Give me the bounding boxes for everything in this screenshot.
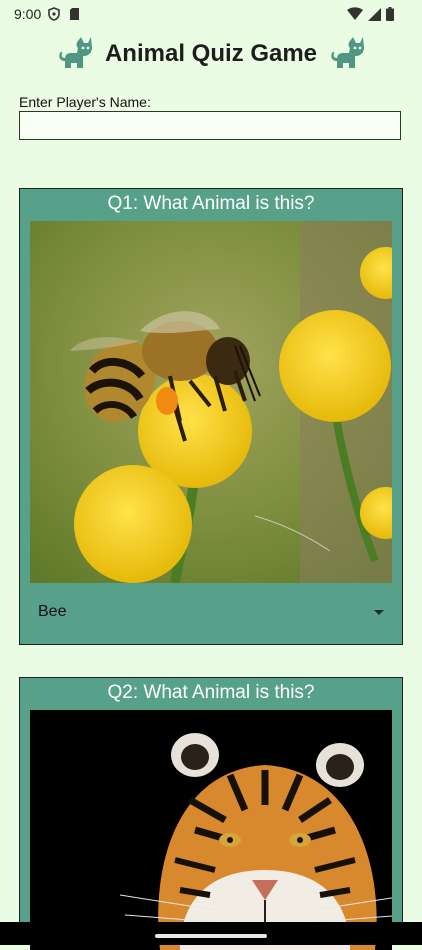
cat-icon bbox=[329, 35, 365, 74]
tiger-image bbox=[30, 710, 392, 950]
app-header: Animal Quiz Game bbox=[0, 32, 422, 76]
question-title: Q1: What Animal is this? bbox=[107, 193, 315, 214]
battery-icon bbox=[386, 7, 394, 26]
selected-answer: Bee bbox=[38, 603, 67, 620]
navigation-bar bbox=[0, 922, 422, 945]
question-title: Q2: What Animal is this? bbox=[107, 682, 315, 703]
app-title: Animal Quiz Game bbox=[104, 40, 318, 67]
player-name-input[interactable] bbox=[19, 111, 401, 140]
home-gesture-handle[interactable] bbox=[155, 934, 267, 938]
dropdown-arrow-icon bbox=[374, 609, 384, 615]
cat-icon bbox=[57, 35, 93, 74]
shield-icon bbox=[48, 7, 60, 26]
status-time: 9:00 bbox=[14, 6, 42, 22]
question-card: Q1: What Animal is this? Bee bbox=[19, 188, 403, 645]
player-name-label: Enter Player's Name: bbox=[19, 94, 151, 110]
bee-image bbox=[30, 221, 392, 583]
answer-dropdown[interactable]: Bee bbox=[20, 587, 402, 637]
status-bar: 9:00 bbox=[0, 0, 422, 28]
wifi-icon bbox=[347, 7, 363, 26]
question-card: Q2: What Animal is this? bbox=[19, 677, 403, 950]
sd-card-icon bbox=[69, 7, 80, 26]
signal-icon bbox=[368, 7, 381, 26]
